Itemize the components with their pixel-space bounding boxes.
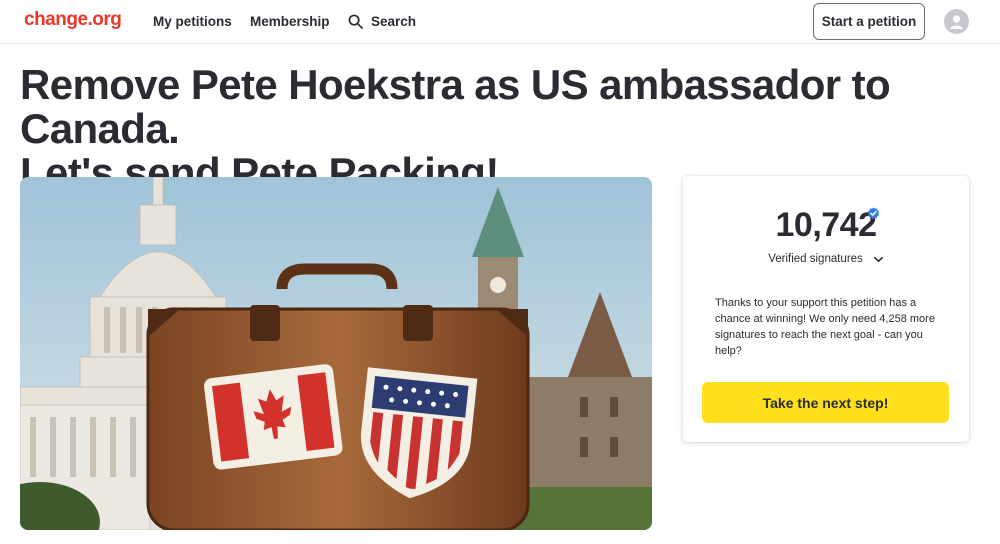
canada-flag-sticker [204,364,343,470]
signature-card: 10,742 Verified signatures Thanks to you… [683,176,969,442]
chevron-down-icon [873,256,883,262]
search-icon [348,14,363,29]
petition-hero-image [20,177,652,530]
verified-check-icon [867,207,880,220]
verified-signatures-label: Verified signatures [768,253,863,265]
nav-search[interactable]: Search [348,14,416,29]
nav-my-petitions[interactable]: My petitions [153,14,232,29]
nav-membership[interactable]: Membership [250,14,330,29]
nav-search-label: Search [371,14,417,29]
change-org-logo[interactable]: change.org [24,9,122,31]
user-avatar-icon[interactable] [944,9,969,34]
verified-signatures-toggle[interactable]: Verified signatures [683,253,969,265]
site-header: change.org My petitions Membership Searc… [0,0,1000,44]
petition-title-line-1: Remove Pete Hoekstra as US ambassador to… [20,61,891,152]
take-next-step-button[interactable]: Take the next step! [702,382,949,423]
signature-count: 10,742 [775,206,878,244]
support-message: Thanks to your support this petition has… [715,297,935,357]
start-petition-button[interactable]: Start a petition [813,3,925,40]
